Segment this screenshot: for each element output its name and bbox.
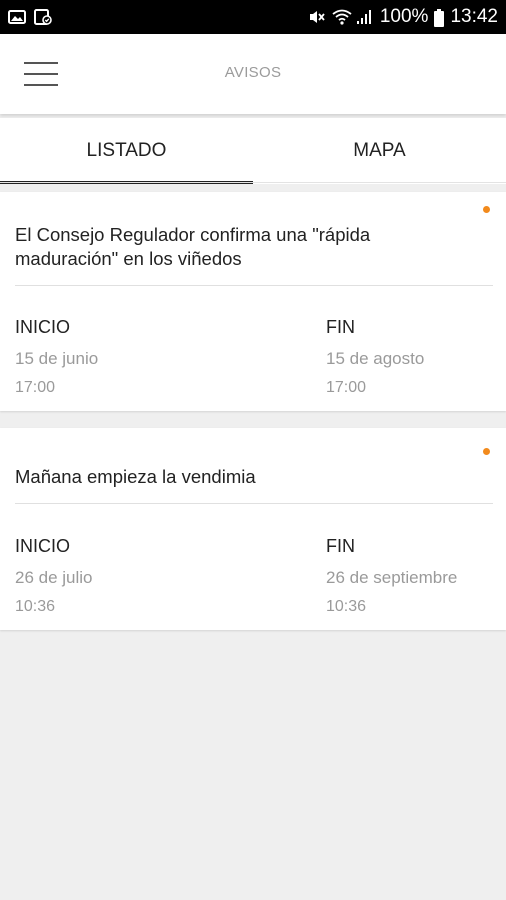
- mute-icon: [308, 9, 326, 25]
- gallery-check-icon: [34, 9, 52, 25]
- divider: [15, 285, 493, 286]
- end-time: 17:00: [326, 379, 367, 396]
- battery-percentage: 100%: [379, 6, 429, 27]
- tab-mapa[interactable]: MAPA: [253, 118, 506, 184]
- unread-dot-icon: [483, 206, 490, 213]
- end-column: FIN 15 de agosto 17:00: [326, 317, 424, 397]
- tab-divider: [0, 182, 506, 183]
- battery-icon: [434, 9, 445, 27]
- start-time: 17:00: [15, 379, 56, 396]
- image-icon: [8, 9, 26, 25]
- status-bar: 100% 13:42: [0, 0, 506, 34]
- notice-title: El Consejo Regulador confirma una "rápid…: [15, 224, 371, 269]
- start-label: INICIO: [15, 536, 71, 556]
- start-date: 15 de junio: [15, 349, 99, 368]
- app-bar: AVISOS: [0, 34, 506, 114]
- end-date: 26 de septiembre: [326, 568, 458, 587]
- notice-card[interactable]: Mañana empieza la vendimia INICIO 26 de …: [0, 428, 506, 630]
- tab-listado[interactable]: LISTADO: [0, 118, 253, 184]
- start-column: INICIO 15 de junio 17:00: [15, 317, 98, 397]
- start-date: 26 de julio: [15, 568, 93, 587]
- divider: [15, 503, 493, 504]
- notice-card[interactable]: El Consejo Regulador confirma una "rápid…: [0, 192, 506, 411]
- notice-title: Mañana empieza la vendimia: [15, 466, 256, 487]
- page-title: AVISOS: [224, 64, 282, 81]
- end-date: 15 de agosto: [326, 349, 425, 368]
- start-time: 10:36: [15, 598, 56, 615]
- end-label: FIN: [326, 536, 355, 556]
- start-label: INICIO: [15, 317, 71, 337]
- signal-icon: [356, 9, 374, 25]
- unread-dot-icon: [483, 448, 490, 455]
- tab-bar: LISTADO MAPA: [0, 118, 506, 184]
- end-label: FIN: [326, 317, 355, 337]
- clock: 13:42: [450, 6, 498, 27]
- wifi-icon: [332, 9, 352, 25]
- end-time: 10:36: [326, 598, 367, 615]
- start-column: INICIO 26 de julio 10:36: [15, 536, 93, 616]
- end-column: FIN 26 de septiembre 10:36: [326, 536, 457, 616]
